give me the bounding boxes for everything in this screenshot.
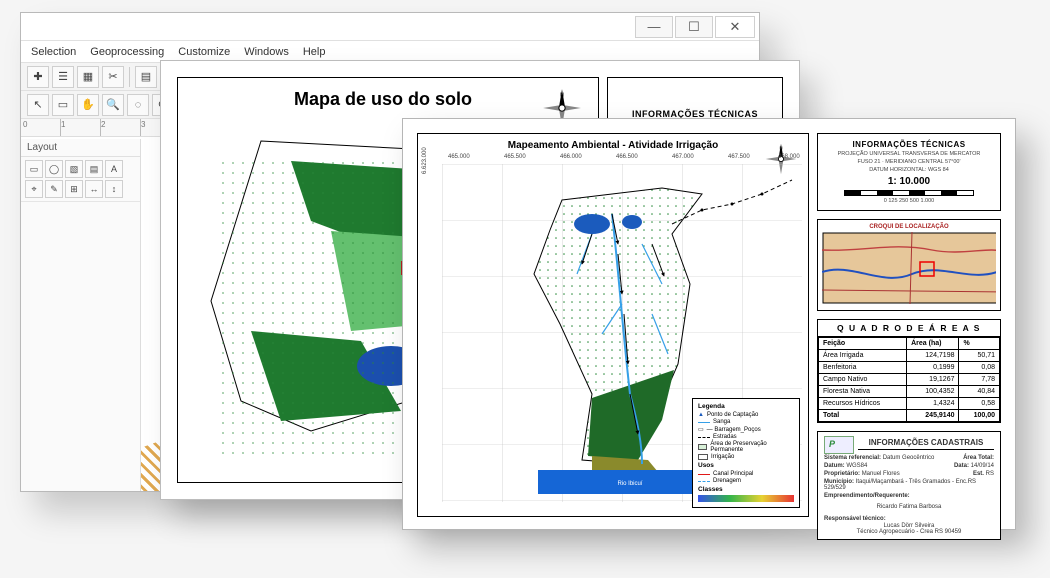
lt-6[interactable]: ⌖ [25, 180, 43, 198]
layout-side-panel: Layout ▭ ◯ ▧ ▤ A ⌖ ✎ ⊞ ↔ ↕ [21, 139, 141, 491]
menu-geoprocessing[interactable]: Geoprocessing [90, 46, 164, 58]
lt-9[interactable]: ↔ [85, 180, 103, 198]
layout-label: Layout [21, 139, 140, 157]
tool-ishape[interactable]: ◌ [127, 94, 149, 116]
map-legend: Legenda ▲Ponto de Captação Sanga ▭— Barr… [692, 398, 800, 508]
lt-8[interactable]: ⊞ [65, 180, 83, 198]
tech-info-box: INFORMAÇÕES TÉCNICAS PROJEÇÃO UNIVERSAL … [817, 133, 1001, 211]
areas-table: FeiçãoÁrea (ha)% Área Irrigada124,719850… [818, 337, 1000, 422]
lt-2[interactable]: ◯ [45, 160, 63, 178]
sheet-a-title: Mapa de uso do solo [187, 89, 579, 110]
tool-select[interactable]: ▭ [52, 94, 74, 116]
menu-windows[interactable]: Windows [244, 46, 289, 58]
menu-customize[interactable]: Customize [178, 46, 230, 58]
lt-4[interactable]: ▤ [85, 160, 103, 178]
close-button[interactable]: ✕ [715, 16, 755, 38]
tool-cut[interactable]: ✂ [102, 66, 124, 88]
map-b-title: Mapeamento Ambiental - Atividade Irrigaç… [418, 140, 808, 151]
lt-10[interactable]: ↕ [105, 180, 123, 198]
tool-layer[interactable]: ▤ [135, 66, 157, 88]
lt-7[interactable]: ✎ [45, 180, 63, 198]
tool-add[interactable]: ✚ [27, 66, 49, 88]
scale-bar [844, 190, 974, 196]
company-logo [824, 436, 854, 454]
menu-help[interactable]: Help [303, 46, 326, 58]
tool-open[interactable]: ☰ [52, 66, 74, 88]
svg-text:Rio Ibicuí: Rio Ibicuí [617, 481, 642, 487]
lt-3[interactable]: ▧ [65, 160, 83, 178]
menu-selection[interactable]: Selection [31, 46, 76, 58]
location-map-box: CROQUI DE LOCALIZAÇÃO [817, 219, 1001, 311]
tool-pan[interactable]: ✋ [77, 94, 99, 116]
tool-grid[interactable]: ▦ [77, 66, 99, 88]
maximize-button[interactable]: ☐ [675, 16, 713, 38]
tool-zoom[interactable]: 🔍 [102, 94, 124, 116]
tool-pointer[interactable]: ↖ [27, 94, 49, 116]
lt-1[interactable]: ▭ [25, 160, 43, 178]
lt-5[interactable]: A [105, 160, 123, 178]
minimize-button[interactable]: — [635, 16, 673, 38]
window-titlebar: — ☐ ✕ [21, 13, 759, 41]
map-b-frame: Mapeamento Ambiental - Atividade Irrigaç… [417, 133, 809, 517]
areas-table-box: Q U A D R O D E Á R E A S FeiçãoÁrea (ha… [817, 319, 1001, 423]
cadastral-info-box: INFORMAÇÕES CADASTRAIS Sistema referenci… [817, 431, 1001, 540]
sheet-mapeamento-ambiental: Mapeamento Ambiental - Atividade Irrigaç… [402, 118, 1016, 530]
